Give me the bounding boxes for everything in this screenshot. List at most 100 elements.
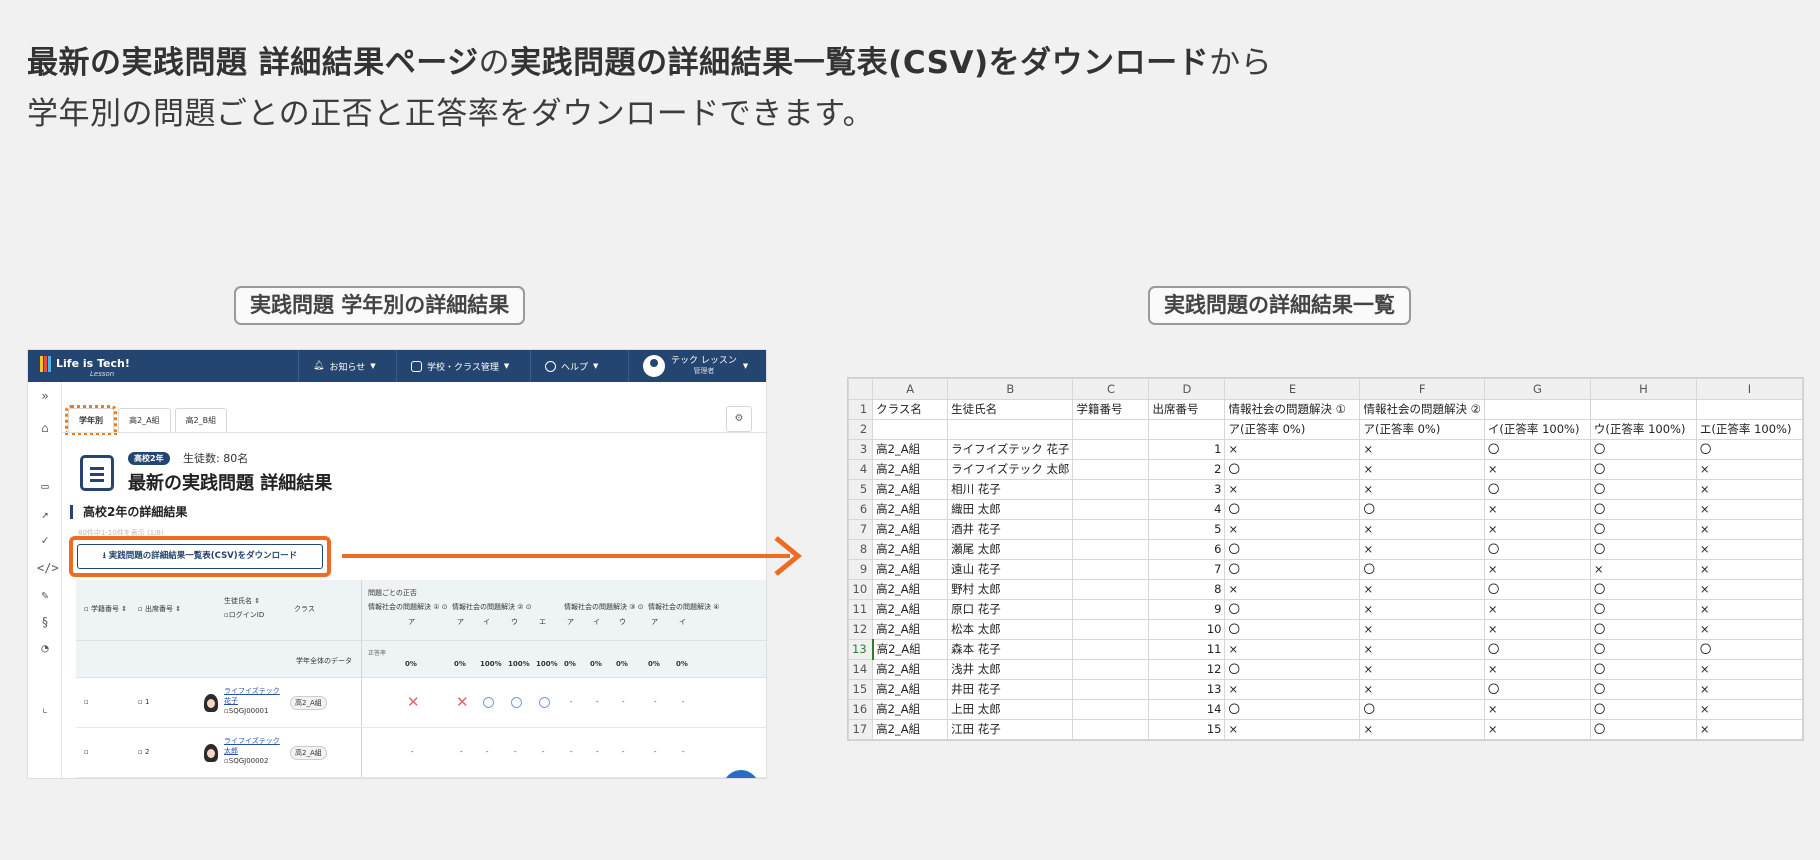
- sheet-cell[interactable]: [872, 419, 949, 440]
- column-header[interactable]: D: [1148, 378, 1226, 400]
- sheet-cell[interactable]: 野村 太郎: [947, 579, 1074, 600]
- sheet-cell[interactable]: 〇: [1483, 639, 1591, 660]
- sheet-cell[interactable]: 〇: [1483, 679, 1591, 700]
- sheet-cell[interactable]: ×: [1695, 579, 1803, 600]
- sheet-cell[interactable]: ×: [1483, 459, 1591, 480]
- column-header[interactable]: E: [1224, 378, 1361, 400]
- row-header[interactable]: 1: [847, 399, 874, 420]
- sheet-cell[interactable]: ×: [1359, 599, 1485, 620]
- chevrons-right-icon[interactable]: »: [37, 388, 53, 404]
- sheet-cell[interactable]: 1: [1148, 439, 1226, 460]
- sheet-cell[interactable]: 瀬尾 太郎: [947, 539, 1074, 560]
- sheet-cell[interactable]: ×: [1695, 499, 1803, 520]
- sheet-cell[interactable]: ライフイズテック 花子: [947, 439, 1074, 460]
- sheet-cell[interactable]: ×: [1589, 559, 1697, 580]
- sheet-cell[interactable]: 高2_A組: [872, 479, 949, 500]
- sheet-cell[interactable]: 浅井 太郎: [947, 659, 1074, 680]
- sheet-cell[interactable]: [1483, 399, 1591, 420]
- sheet-cell[interactable]: [947, 419, 1074, 440]
- sheet-cell[interactable]: [1695, 399, 1803, 420]
- sheet-cell[interactable]: 〇: [1589, 659, 1697, 680]
- sheet-cell[interactable]: 高2_A組: [872, 459, 949, 480]
- sheet-cell[interactable]: 12: [1148, 659, 1226, 680]
- sheet-cell[interactable]: 〇: [1224, 499, 1361, 520]
- sheet-cell[interactable]: 11: [1148, 639, 1226, 660]
- sheet-cell[interactable]: 〇: [1483, 439, 1591, 460]
- row-header[interactable]: 9: [847, 559, 874, 580]
- sheet-cell[interactable]: 酒井 花子: [947, 519, 1074, 540]
- code-icon[interactable]: </>: [37, 560, 59, 576]
- sheet-cell[interactable]: 〇: [1589, 639, 1697, 660]
- sheet-cell[interactable]: 高2_A組: [872, 619, 949, 640]
- sheet-cell[interactable]: ×: [1359, 439, 1485, 460]
- monitor-icon[interactable]: ▭: [37, 478, 53, 494]
- sheet-cell[interactable]: 高2_A組: [872, 659, 949, 680]
- sheet-cell[interactable]: エ(正答率 100%): [1695, 419, 1803, 440]
- sheet-cell[interactable]: 10: [1148, 619, 1226, 640]
- pencil-icon[interactable]: ✎: [37, 587, 53, 603]
- sheet-cell[interactable]: 森本 花子: [947, 639, 1074, 660]
- sheet-cell[interactable]: 生徒氏名: [947, 399, 1074, 420]
- sheet-cell[interactable]: [1072, 499, 1150, 520]
- sheet-cell[interactable]: [1072, 619, 1150, 640]
- sheet-cell[interactable]: [1072, 679, 1150, 700]
- palette-icon[interactable]: ◔: [37, 640, 53, 656]
- row-header[interactable]: 16: [847, 699, 874, 720]
- row-header[interactable]: 10: [847, 579, 874, 600]
- sheet-cell[interactable]: ×: [1359, 459, 1485, 480]
- sheet-cell[interactable]: ×: [1359, 519, 1485, 540]
- home-icon[interactable]: ⌂: [37, 420, 53, 436]
- sheet-cell[interactable]: ×: [1483, 719, 1591, 740]
- sheet-cell[interactable]: 高2_A組: [872, 699, 949, 720]
- sheet-cell[interactable]: 〇: [1483, 479, 1591, 500]
- row-header[interactable]: 13: [847, 639, 874, 660]
- sheet-cell[interactable]: 〇: [1224, 699, 1361, 720]
- checkbox-icon[interactable]: ▫: [84, 698, 89, 706]
- sheet-cell[interactable]: 井田 花子: [947, 679, 1074, 700]
- sheet-cell[interactable]: ×: [1695, 559, 1803, 580]
- sheet-cell[interactable]: 高2_A組: [872, 539, 949, 560]
- row-header[interactable]: 5: [847, 479, 874, 500]
- sheet-cell[interactable]: 5: [1148, 519, 1226, 540]
- sheet-cell[interactable]: クラス名: [872, 399, 949, 420]
- row-header[interactable]: 2: [847, 419, 874, 440]
- sheet-cell[interactable]: 4: [1148, 499, 1226, 520]
- column-header[interactable]: H: [1589, 378, 1697, 400]
- row-header[interactable]: 4: [847, 459, 874, 480]
- sheet-cell[interactable]: ×: [1695, 599, 1803, 620]
- sheet-cell[interactable]: ×: [1483, 699, 1591, 720]
- sheet-cell[interactable]: ×: [1483, 599, 1591, 620]
- tab-2b[interactable]: 高2_B組: [174, 408, 228, 432]
- sheet-cell[interactable]: 高2_A組: [872, 719, 949, 740]
- sheet-cell[interactable]: ×: [1483, 659, 1591, 680]
- sheet-cell[interactable]: [1072, 419, 1150, 440]
- nav-help[interactable]: ヘルプ ▼: [530, 350, 612, 382]
- sheet-cell[interactable]: 松本 太郎: [947, 619, 1074, 640]
- sheet-cell[interactable]: ×: [1359, 679, 1485, 700]
- column-header[interactable]: C: [1072, 378, 1150, 400]
- sheet-cell[interactable]: 〇: [1695, 439, 1803, 460]
- sheet-cell[interactable]: [1072, 559, 1150, 580]
- sheet-cell[interactable]: [1072, 459, 1150, 480]
- user-menu[interactable]: テック レッスン 管理者 ▼: [628, 350, 748, 382]
- sheet-cell[interactable]: ×: [1224, 479, 1361, 500]
- sheet-cell[interactable]: 〇: [1589, 539, 1697, 560]
- sheet-cell[interactable]: 〇: [1359, 699, 1485, 720]
- sheet-cell[interactable]: 江田 花子: [947, 719, 1074, 740]
- sheet-cell[interactable]: 14: [1148, 699, 1226, 720]
- column-header[interactable]: B: [947, 378, 1074, 400]
- sheet-cell[interactable]: 高2_A組: [872, 499, 949, 520]
- sheet-cell[interactable]: ×: [1483, 519, 1591, 540]
- corner-cell[interactable]: [847, 378, 874, 400]
- nav-notice[interactable]: 🔔︎ お知らせ ▼: [298, 350, 390, 382]
- header-gakuseki[interactable]: ▫ 学籍番号 ⇕: [84, 604, 127, 614]
- sheet-cell[interactable]: 〇: [1359, 499, 1485, 520]
- nav-school[interactable]: 学校・クラス管理 ▼: [396, 350, 523, 382]
- tab-2a[interactable]: 高2_A組: [118, 408, 171, 432]
- sheet-cell[interactable]: ×: [1483, 559, 1591, 580]
- sheet-cell[interactable]: 〇: [1224, 659, 1361, 680]
- sheet-cell[interactable]: 高2_A組: [872, 679, 949, 700]
- table-row[interactable]: ▫ ▫ 2 ライフイズテック 太郎 ▫SQGJ00002 高2_A組 -----…: [76, 728, 766, 778]
- sheet-cell[interactable]: ×: [1695, 459, 1803, 480]
- sheet-cell[interactable]: 〇: [1589, 599, 1697, 620]
